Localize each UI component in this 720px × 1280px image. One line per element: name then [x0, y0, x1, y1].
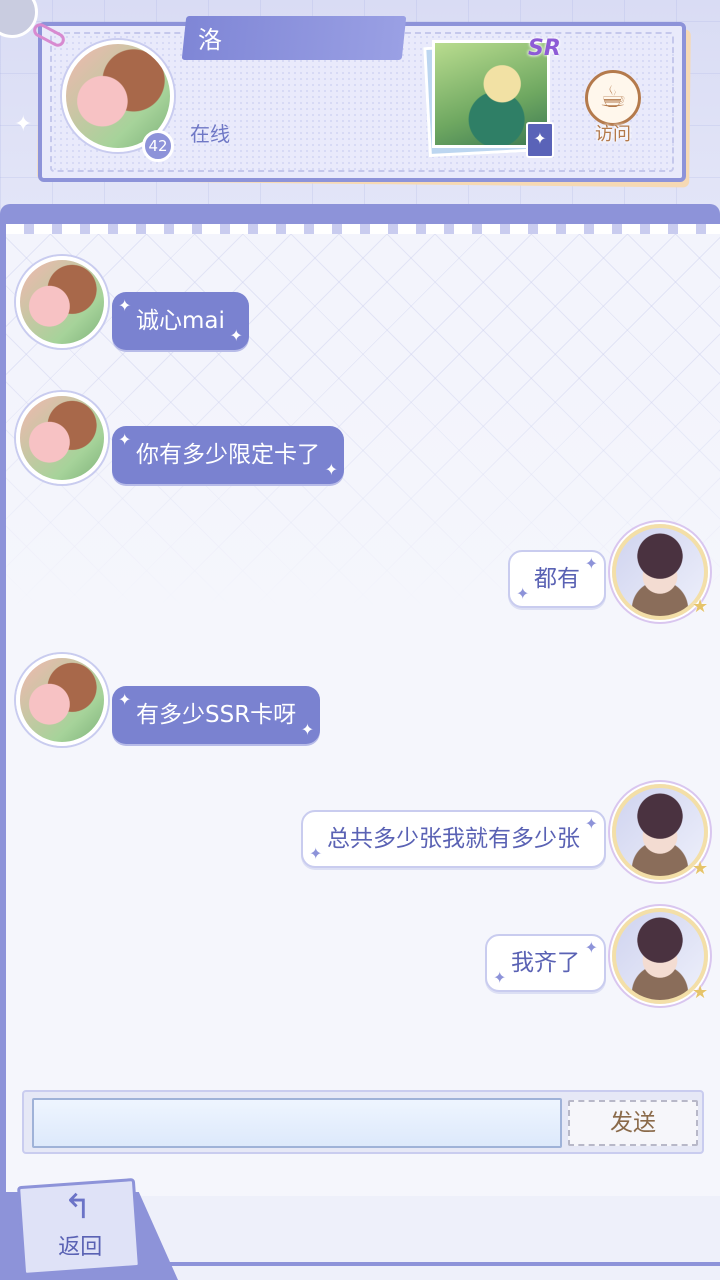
- rarity-badge: SR: [528, 36, 561, 61]
- sparkle-icon: ✦: [493, 968, 507, 987]
- sparkle-icon: ✦: [309, 844, 323, 863]
- message-text: 总共多少张我就有多少张: [327, 826, 580, 852]
- level-badge: 42: [142, 130, 174, 162]
- message-bubble-left: ✦ 有多少SSR卡呀 ✦: [112, 686, 321, 744]
- back-button[interactable]: ↰ 返回: [17, 1177, 141, 1277]
- star-icon: ★: [692, 596, 709, 617]
- coffee-cup-icon: ☕: [585, 70, 641, 126]
- chat-top-edge: [6, 224, 720, 234]
- return-arrow-icon: ↰: [63, 1187, 92, 1228]
- online-status: 在线: [190, 122, 230, 146]
- sparkle-icon: ✦: [584, 554, 598, 573]
- card-deck-icon: ✦: [526, 122, 554, 158]
- sparkle-icon: ✦: [118, 430, 132, 449]
- message-text: 都有: [534, 566, 580, 592]
- message-text: 诚心mai: [136, 308, 225, 334]
- star-icon: ★: [692, 858, 709, 879]
- sparkle-icon: ✦: [324, 460, 338, 479]
- profile-name: 洛: [198, 26, 222, 54]
- message-text: 你有多少限定卡了: [136, 442, 320, 468]
- message-composer: 发送: [22, 1090, 704, 1154]
- message-bubble-right: ✦ 我齐了 ✦: [485, 934, 606, 992]
- message-text: 我齐了: [511, 950, 580, 976]
- message-bubble-right: ✦ 都有 ✦: [508, 550, 606, 608]
- visit-button[interactable]: ☕ 访问: [582, 70, 644, 150]
- sender-avatar[interactable]: [16, 392, 108, 484]
- message-bubble-left: ✦ 诚心mai ✦: [112, 292, 249, 350]
- sparkle-icon: ✦: [229, 326, 243, 345]
- visit-label: 访问: [595, 124, 631, 145]
- sparkle-icon: ✦: [584, 938, 598, 957]
- message-bubble-right: ✦ 总共多少张我就有多少张 ✦: [301, 810, 606, 868]
- sparkle-icon: ✦: [516, 584, 530, 603]
- message-text: 有多少SSR卡呀: [136, 702, 297, 728]
- sparkle-icon: ✦: [584, 814, 598, 833]
- sparkle-icon: ✦: [14, 112, 33, 137]
- message-bubble-left: ✦ 你有多少限定卡了 ✦: [112, 426, 344, 484]
- sender-avatar[interactable]: [16, 654, 108, 746]
- message-input[interactable]: [32, 1098, 562, 1148]
- sender-avatar[interactable]: [16, 256, 108, 348]
- sparkle-icon: ✦: [118, 690, 132, 709]
- send-button[interactable]: 发送: [568, 1100, 698, 1146]
- bottom-divider: [150, 1262, 720, 1266]
- back-label: 返回: [58, 1234, 103, 1260]
- profile-card: 洛 42 在线 SR ✦ ☕ 访问: [30, 16, 686, 182]
- sparkle-icon: ✦: [118, 296, 132, 315]
- star-icon: ★: [692, 982, 709, 1003]
- sparkle-icon: ✦: [300, 720, 315, 739]
